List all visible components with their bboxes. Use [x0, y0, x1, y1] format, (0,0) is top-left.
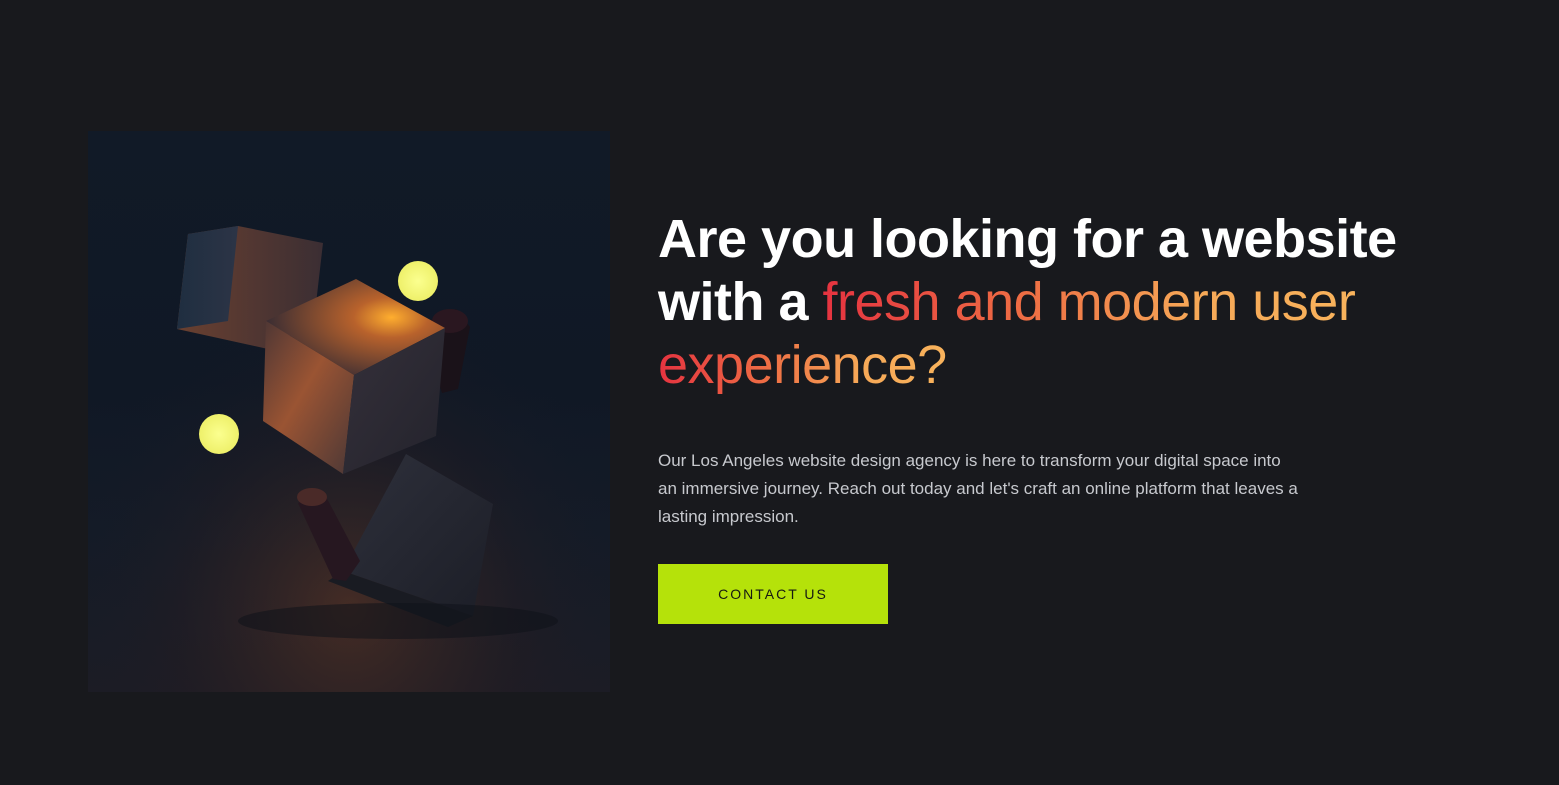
hero-description: Our Los Angeles website design agency is… [658, 451, 1298, 526]
headline-line-2-prefix: with a [658, 272, 823, 332]
floating-cubes-illustration [88, 131, 610, 692]
hero-section: Are you looking for a website with a fre… [0, 0, 1559, 785]
contact-us-button[interactable]: CONTACT US [658, 564, 888, 624]
yellow-orb-icon [398, 261, 438, 301]
headline-accent-part-1: fresh and modern user [822, 272, 1356, 332]
headline-accent-part-2: experience? [658, 335, 947, 395]
hero-image [88, 131, 610, 692]
hero-headline: Are you looking for a website with a fre… [658, 208, 1458, 397]
headline-line-1: Are you looking for a website [658, 209, 1397, 269]
hero-content: Are you looking for a website with a fre… [658, 208, 1458, 624]
yellow-orb-icon [199, 414, 239, 454]
